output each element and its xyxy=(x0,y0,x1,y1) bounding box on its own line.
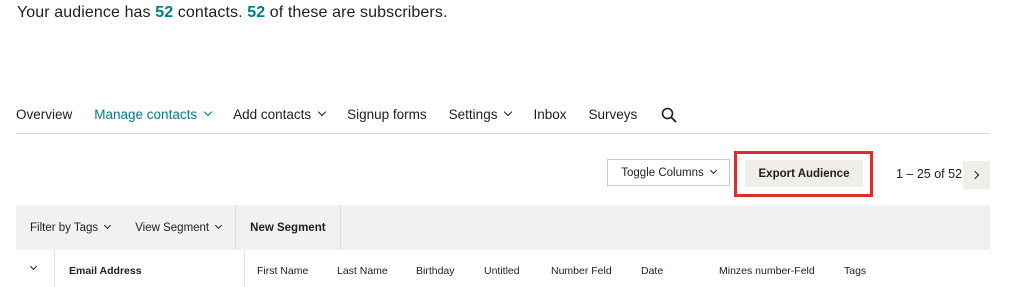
new-segment-label: New Segment xyxy=(250,221,326,234)
filter-by-tags-dropdown[interactable]: Filter by Tags xyxy=(30,221,112,234)
new-segment-button[interactable]: New Segment xyxy=(250,222,325,234)
column-divider xyxy=(244,250,245,287)
pagination-range: 1 – 25 of 52 xyxy=(896,167,963,181)
toggle-columns-button[interactable]: Toggle Columns xyxy=(607,159,730,186)
tab-signup-forms[interactable]: Signup forms xyxy=(347,103,427,125)
column-header-date[interactable]: Date xyxy=(641,265,663,277)
audience-nav: Overview Manage contacts Add contacts Si… xyxy=(16,103,990,134)
tab-label: Add contacts xyxy=(233,106,312,122)
chevron-down-icon xyxy=(203,107,213,117)
summary-suffix: of these are subscribers. xyxy=(265,4,448,21)
column-header-minzes-number-feld[interactable]: Minzes number-Feld xyxy=(719,265,815,277)
chevron-down-icon xyxy=(215,221,223,230)
export-audience-button[interactable]: Export Audience xyxy=(745,160,863,187)
tab-surveys[interactable]: Surveys xyxy=(588,103,637,125)
tab-settings[interactable]: Settings xyxy=(448,103,513,125)
table-header-row: Email Address First Name Last Name Birth… xyxy=(16,250,990,287)
summary-prefix: Your audience has xyxy=(17,4,156,21)
total-contacts-count: 52 xyxy=(155,4,174,21)
tab-add-contacts[interactable]: Add contacts xyxy=(233,103,327,125)
chevron-down-icon xyxy=(504,107,513,117)
tab-label: Overview xyxy=(16,106,73,122)
divider xyxy=(339,205,341,250)
column-header-first-name[interactable]: First Name xyxy=(257,265,308,277)
chevron-down-icon xyxy=(317,107,327,117)
column-header-number-feld[interactable]: Number Feld xyxy=(551,265,612,277)
export-audience-label: Export Audience xyxy=(758,167,850,180)
filter-bar: Filter by Tags View Segment New Segment xyxy=(16,205,990,250)
divider xyxy=(235,205,237,250)
next-page-button[interactable] xyxy=(963,161,990,189)
column-header-tags[interactable]: Tags xyxy=(844,265,866,277)
tab-label: Settings xyxy=(448,106,498,122)
subscriber-count: 52 xyxy=(247,4,266,21)
column-header-untitled[interactable]: Untitled xyxy=(484,265,520,277)
filter-tags-label: Filter by Tags xyxy=(30,221,99,234)
select-all-dropdown[interactable] xyxy=(29,262,38,271)
tab-label: Inbox xyxy=(533,106,567,122)
toggle-columns-label: Toggle Columns xyxy=(621,166,704,179)
view-segment-label: View Segment xyxy=(135,221,210,234)
search-button[interactable] xyxy=(659,103,677,125)
audience-summary: Your audience has 52 contacts. 52 of the… xyxy=(17,4,448,22)
search-icon xyxy=(661,107,677,122)
column-header-email[interactable]: Email Address xyxy=(69,265,142,277)
chevron-down-icon xyxy=(104,221,112,230)
summary-middle: contacts. xyxy=(173,4,248,21)
chevron-down-icon xyxy=(709,166,717,175)
tab-label: Signup forms xyxy=(347,106,427,122)
chevron-down-icon xyxy=(29,262,38,271)
view-segment-dropdown[interactable]: View Segment xyxy=(135,221,223,234)
tab-label: Surveys xyxy=(588,106,638,122)
column-header-last-name[interactable]: Last Name xyxy=(337,265,388,277)
tab-inbox[interactable]: Inbox xyxy=(533,103,566,125)
column-header-birthday[interactable]: Birthday xyxy=(416,265,455,277)
column-divider xyxy=(54,250,55,287)
chevron-right-icon xyxy=(970,170,980,180)
tab-manage-contacts[interactable]: Manage contacts xyxy=(94,103,213,125)
tab-label: Manage contacts xyxy=(94,106,198,122)
tab-overview[interactable]: Overview xyxy=(16,103,72,125)
